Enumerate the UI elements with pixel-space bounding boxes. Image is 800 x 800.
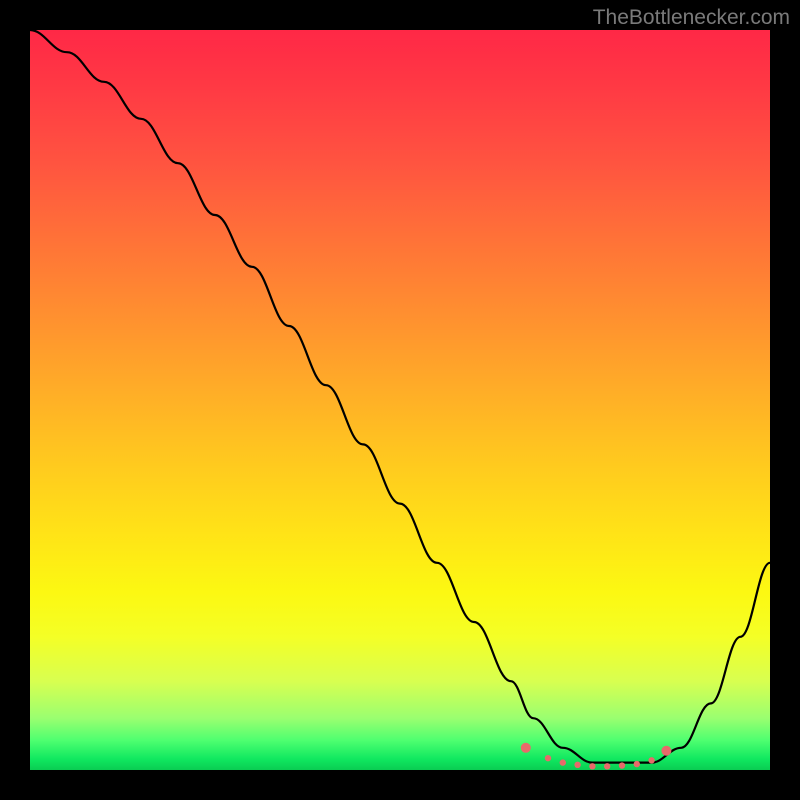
bottleneck-curve xyxy=(30,30,770,763)
chart-svg xyxy=(30,30,770,770)
optimal-range-dots xyxy=(521,743,672,770)
optimal-dot xyxy=(574,762,580,768)
optimal-dot xyxy=(619,762,625,768)
optimal-dot xyxy=(648,757,654,763)
optimal-dot xyxy=(545,755,551,761)
optimal-dot xyxy=(634,761,640,767)
optimal-dot xyxy=(521,743,531,753)
optimal-dot xyxy=(604,763,610,769)
optimal-dot xyxy=(560,759,566,765)
optimal-dot xyxy=(661,746,671,756)
optimal-dot xyxy=(589,763,595,769)
plot-area xyxy=(30,30,770,770)
watermark-text: TheBottlenecker.com xyxy=(593,6,790,30)
